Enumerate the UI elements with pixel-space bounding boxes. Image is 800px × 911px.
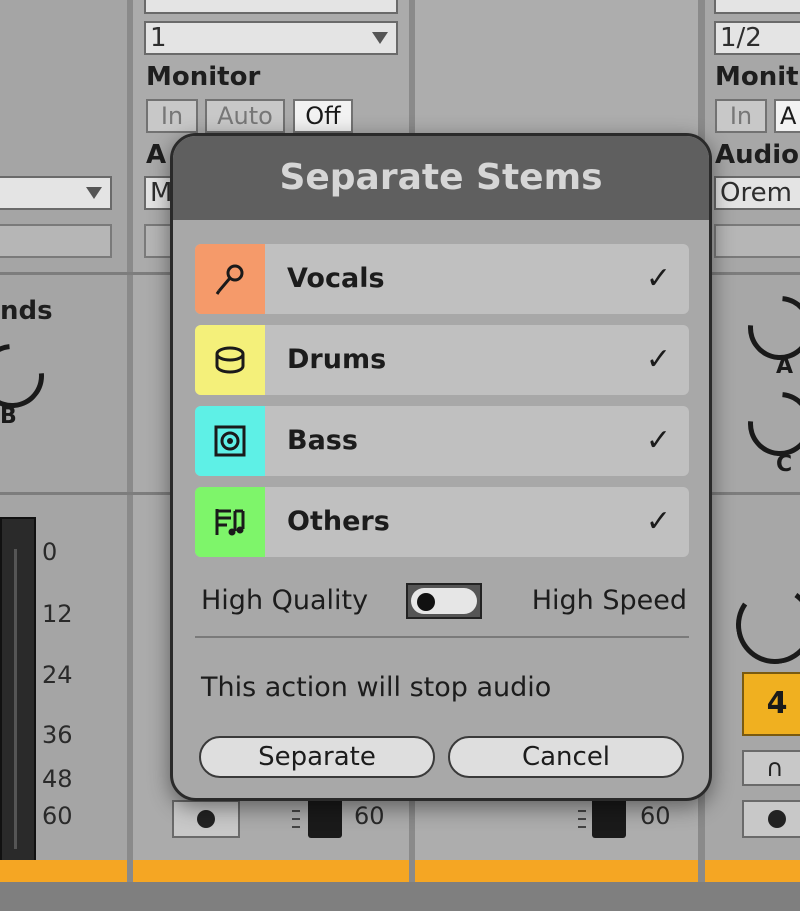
- level-meter: [0, 517, 36, 862]
- stop-audio-warning: This action will stop audio: [201, 672, 552, 703]
- fader-value-c: 60: [640, 802, 671, 830]
- speaker-icon: [214, 425, 246, 457]
- checkmark-icon: ✓: [645, 423, 671, 458]
- cue-button-d[interactable]: ∩: [742, 750, 800, 786]
- audio-to-sub-select-d[interactable]: [714, 224, 800, 258]
- separate-button[interactable]: Separate: [199, 736, 435, 778]
- quality-speed-toggle[interactable]: [406, 583, 482, 619]
- monitor-auto-button-b[interactable]: Auto: [205, 99, 285, 133]
- send-letter-b: B: [0, 404, 17, 429]
- stem-color-vocals: [195, 244, 265, 314]
- stem-label-bass: Bass: [287, 425, 358, 456]
- checkmark-icon: ✓: [645, 504, 671, 539]
- audio-to-label-b: A: [146, 140, 167, 170]
- send-letter-c: C: [776, 452, 793, 477]
- track-number-button[interactable]: 4: [742, 672, 800, 736]
- quality-speed-row: High Quality High Speed: [201, 581, 687, 621]
- record-dot-icon: [768, 810, 786, 828]
- input-channel-value-d: 1/2: [720, 23, 762, 53]
- separate-stems-dialog: Separate Stems Vocals ✓ Drums ✓ Bass ✓ O…: [170, 133, 712, 801]
- stem-row-vocals[interactable]: Vocals ✓: [195, 244, 689, 314]
- audio-to-sub-select-a[interactable]: [0, 224, 112, 258]
- input-channel-select-b[interactable]: 1: [144, 21, 398, 55]
- meter-scale-48: 48: [42, 765, 73, 793]
- checkmark-icon: ✓: [645, 261, 671, 296]
- stem-color-drums: [195, 325, 265, 395]
- track-color-strip: [133, 860, 409, 882]
- meter-scale-36: 36: [42, 721, 73, 749]
- stem-color-others: [195, 487, 265, 557]
- high-quality-label: High Quality: [201, 585, 369, 616]
- stem-label-drums: Drums: [287, 344, 387, 375]
- input-type-select-b[interactable]: [144, 0, 398, 14]
- fader-ticks: [292, 810, 300, 840]
- record-dot-icon: [197, 810, 215, 828]
- audio-to-label-d: Audio: [715, 140, 800, 170]
- toggle-knob: [417, 593, 435, 611]
- dialog-title: Separate Stems: [173, 136, 709, 220]
- monitor-off-button-b[interactable]: Off: [293, 99, 353, 133]
- track-color-strip: [705, 860, 800, 882]
- meter-scale-0: 0: [42, 538, 58, 566]
- meter-scale-12: 12: [42, 600, 73, 628]
- audio-to-value-d: Orem: [720, 178, 792, 208]
- stem-row-drums[interactable]: Drums ✓: [195, 325, 689, 395]
- monitor-in-button-b[interactable]: In: [146, 99, 198, 133]
- microphone-icon: [215, 264, 244, 295]
- stem-list: Vocals ✓ Drums ✓ Bass ✓ Others ✓: [195, 244, 689, 568]
- monitor-label-d: Monit: [715, 62, 799, 92]
- stem-label-vocals: Vocals: [287, 263, 385, 294]
- solo-button-d[interactable]: [742, 800, 800, 838]
- monitor-in-button-d[interactable]: In: [715, 99, 767, 133]
- volume-fader-c[interactable]: [592, 798, 626, 838]
- stem-label-others: Others: [287, 506, 390, 537]
- input-channel-select-d[interactable]: 1/2: [714, 21, 800, 55]
- bottom-bar: [0, 882, 800, 911]
- chevron-down-icon: [372, 32, 388, 44]
- divider: [195, 636, 689, 638]
- high-speed-label: High Speed: [531, 585, 687, 616]
- send-letter-a: A: [776, 354, 794, 379]
- audio-to-select-d[interactable]: Orem: [714, 176, 800, 210]
- meter-scale-24: 24: [42, 661, 73, 689]
- fader-ticks: [578, 810, 586, 840]
- fader-value-b: 60: [354, 802, 385, 830]
- audio-to-select-a[interactable]: [0, 176, 112, 210]
- input-channel-value: 1: [150, 23, 167, 53]
- monitor-auto-button-d[interactable]: A: [774, 99, 800, 133]
- stem-color-bass: [195, 406, 265, 476]
- sends-label: nds: [0, 296, 53, 326]
- stem-row-bass[interactable]: Bass ✓: [195, 406, 689, 476]
- input-type-select-d[interactable]: [714, 0, 800, 14]
- toggle-track: [411, 588, 477, 614]
- volume-fader-b[interactable]: [308, 798, 342, 838]
- track-color-strip: [415, 860, 698, 882]
- sheet-music-icon: [215, 509, 245, 536]
- solo-button-b[interactable]: [172, 800, 240, 838]
- checkmark-icon: ✓: [645, 342, 671, 377]
- headphones-icon: ∩: [766, 754, 784, 782]
- drum-icon: [215, 346, 245, 374]
- meter-scale-60: 60: [42, 802, 73, 830]
- stem-row-others[interactable]: Others ✓: [195, 487, 689, 557]
- cancel-button[interactable]: Cancel: [448, 736, 684, 778]
- track-color-strip: [0, 860, 127, 882]
- monitor-label-b: Monitor: [146, 62, 261, 92]
